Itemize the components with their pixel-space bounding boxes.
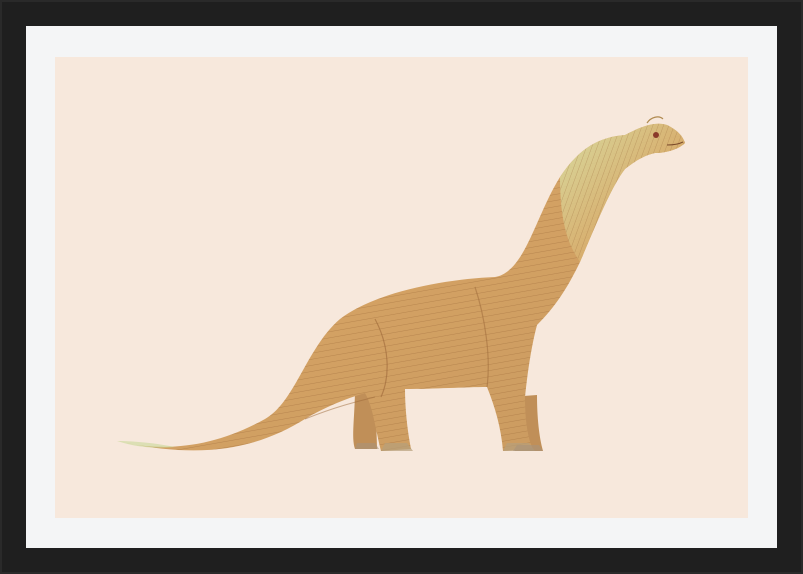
artwork-print — [55, 57, 748, 518]
picture-frame — [0, 0, 803, 574]
brachiosaurus-icon — [55, 57, 748, 518]
eye — [653, 132, 659, 138]
